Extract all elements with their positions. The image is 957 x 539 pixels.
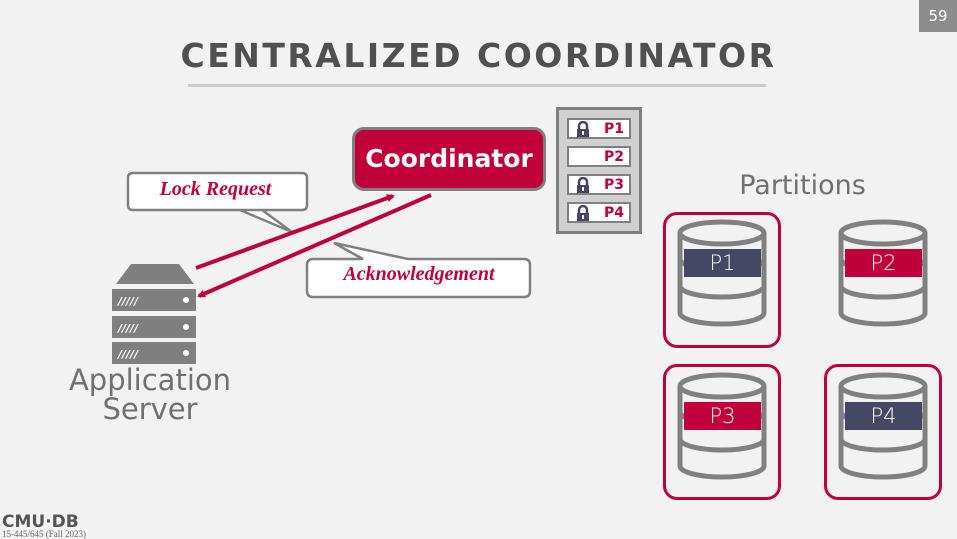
partition-p1: P1 [684, 249, 761, 277]
lock-row-p2: P2 [567, 146, 631, 167]
partition-p3: P3 [684, 402, 761, 430]
lock-row-p4: P4 [567, 202, 631, 223]
lock-icon [577, 205, 589, 221]
app-server-label-line2: Server [102, 392, 198, 426]
lock-row-p1: P1 [567, 118, 631, 139]
lock-row-label: P2 [603, 149, 624, 165]
lock-table: P1 P2 P3 P4 [556, 107, 642, 234]
acknowledgement-label: Acknowledgement [343, 263, 495, 285]
lock-row-label: P4 [603, 205, 624, 221]
partition-highlight-p3 [663, 364, 781, 500]
lock-row-label: P1 [603, 121, 624, 137]
partition-highlight-p1 [663, 212, 781, 348]
svg-text://///: ///// [116, 322, 139, 335]
partition-p2: P2 [845, 249, 922, 277]
course-label: 15-445/645 (Fall 2023) [2, 529, 86, 539]
partition-highlight-p4 [824, 364, 942, 500]
lock-row-p3: P3 [567, 174, 631, 195]
svg-text://///: ///// [116, 295, 139, 308]
svg-text://///: ///// [116, 348, 139, 361]
lock-request-label: Lock Request [159, 178, 272, 200]
partition-p4: P4 [845, 402, 922, 430]
lock-icon [577, 177, 589, 193]
server-rack-icon: ///// ///// ///// [112, 264, 196, 364]
partitions-label: Partitions [739, 170, 866, 201]
coordinator-node: Coordinator [352, 127, 546, 191]
lock-icon [577, 121, 589, 137]
app-server-label-line1: Application [68, 363, 232, 397]
app-server-label: Application Server [60, 366, 240, 424]
lock-row-label: P3 [603, 177, 624, 193]
